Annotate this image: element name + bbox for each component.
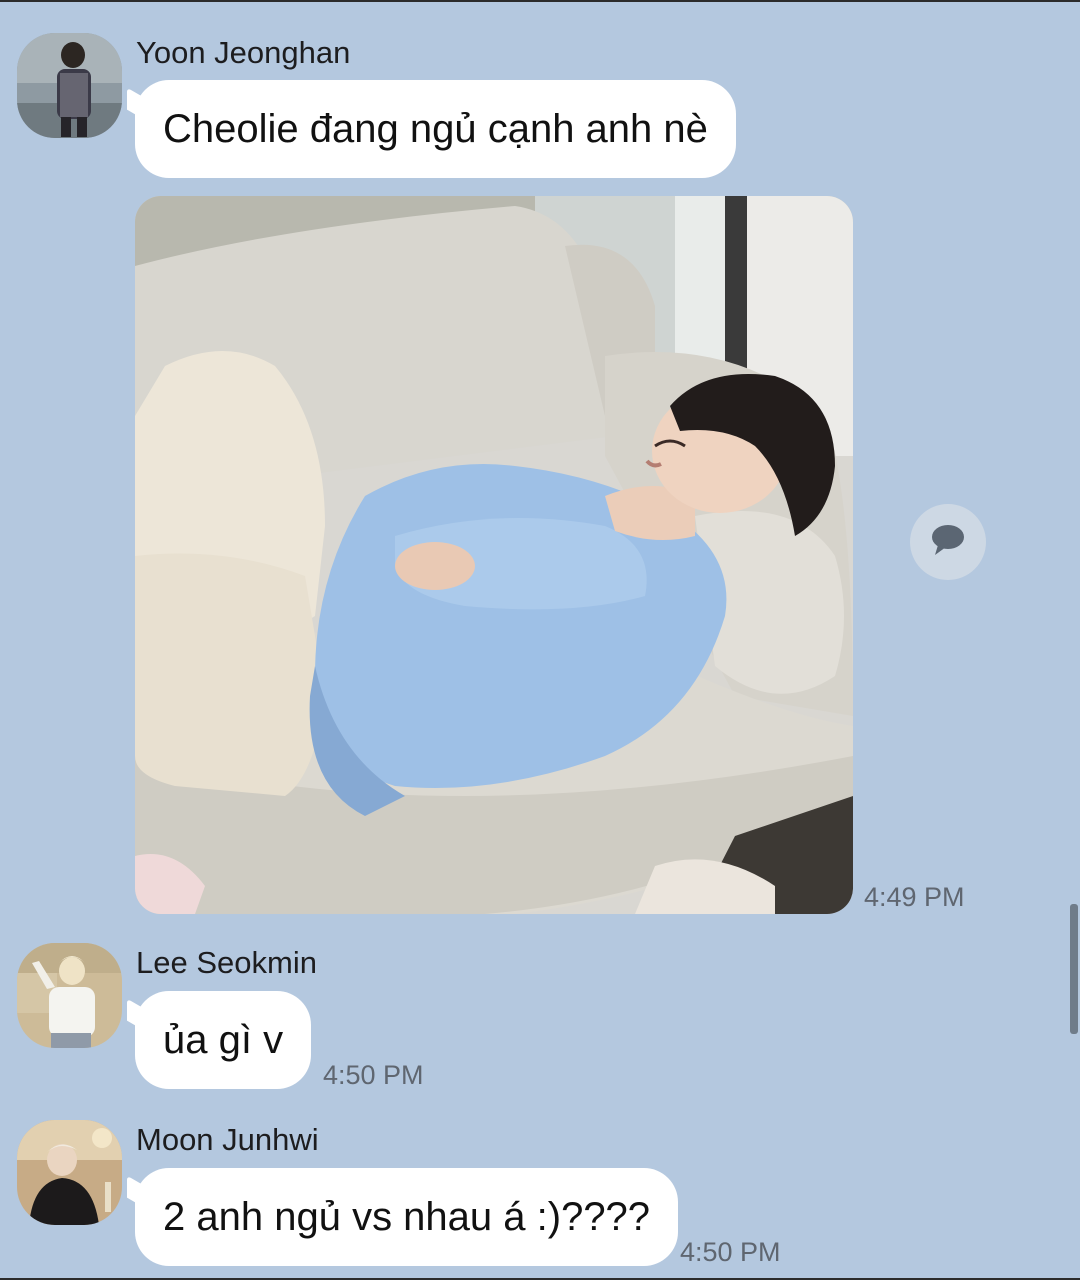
avatar-lee-seokmin[interactable]	[17, 943, 122, 1048]
message-text: ủa gì v	[163, 1017, 284, 1062]
speech-bubble-icon	[930, 523, 966, 562]
message-bubble[interactable]: 2 anh ngủ vs nhau á :)????	[135, 1168, 679, 1266]
message-bubble[interactable]: Cheolie đang ngủ cạnh anh nè	[135, 80, 736, 178]
message-time: 4:49 PM	[864, 882, 965, 912]
message-time: 4:50 PM	[680, 1237, 781, 1267]
message-time: 4:50 PM	[323, 1060, 424, 1090]
message-text: Cheolie đang ngủ cạnh anh nè	[163, 106, 708, 151]
avatar-moon-junhwi[interactable]	[17, 1120, 122, 1225]
message-text: 2 anh ngủ vs nhau á :)????	[163, 1194, 651, 1239]
message-photo[interactable]	[135, 196, 853, 914]
avatar-yoon-jeonghan[interactable]	[17, 33, 122, 138]
sender-name: Yoon Jeonghan	[136, 35, 351, 70]
message-bubble[interactable]: ủa gì v	[135, 991, 312, 1089]
share-button[interactable]	[910, 504, 986, 580]
scrollbar[interactable]	[1070, 904, 1078, 1034]
sender-name: Lee Seokmin	[136, 945, 317, 980]
chat-room: Yoon Jeonghan Cheolie đang ngủ cạnh anh …	[0, 0, 1080, 1280]
sender-name: Moon Junhwi	[136, 1122, 319, 1157]
